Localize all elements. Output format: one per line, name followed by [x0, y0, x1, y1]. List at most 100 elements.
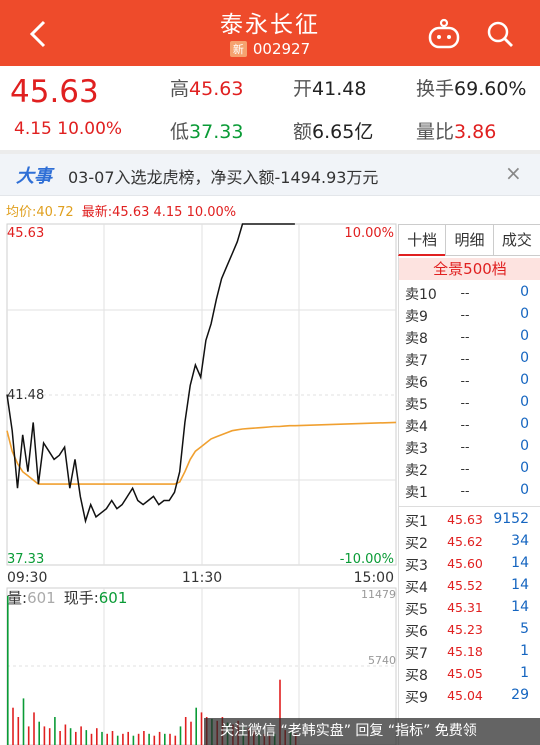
sell-level-row[interactable]: 卖7 -- 0 — [399, 348, 540, 370]
volume-bar — [33, 712, 35, 745]
level-label: 买7 — [405, 646, 428, 662]
level-volume: 29 — [511, 687, 529, 703]
y-label-mid: 41.48 — [7, 388, 44, 403]
level-volume: 0 — [520, 328, 529, 344]
volume-bar — [116, 735, 119, 745]
buy-level-row[interactable]: 买2 45.62 34 — [399, 531, 540, 553]
full-depth-button[interactable]: 全景500档 — [399, 258, 540, 280]
level-price: -- — [460, 395, 470, 410]
volume-bar — [179, 726, 182, 745]
buy-level-row[interactable]: 买3 45.60 14 — [399, 553, 540, 575]
volume-bar — [137, 733, 140, 745]
volume-bar — [85, 730, 88, 745]
level-label: 卖8 — [405, 331, 428, 347]
tab-ten-levels[interactable]: 十档 — [398, 224, 447, 256]
level-label: 卖2 — [405, 463, 428, 479]
amount-stat: 额6.65亿 — [293, 117, 373, 144]
level-volume: 34 — [511, 533, 529, 549]
level-price: 45.18 — [447, 644, 483, 659]
search-icon[interactable] — [484, 18, 516, 50]
level-label: 卖10 — [405, 287, 437, 303]
sell-level-row[interactable]: 卖10 -- 0 — [399, 282, 540, 304]
quote-panel: 45.63 4.15 10.00% 高45.63 低37.33 开41.48 额… — [0, 66, 540, 150]
volume-bar — [195, 707, 197, 745]
tab-trades[interactable]: 成交 — [492, 224, 540, 256]
buy-level-row[interactable]: 买8 45.05 1 — [399, 663, 540, 685]
order-book-panel: 十档 明细 成交 全景500档 卖10 -- 0 卖9 -- 0 卖8 -- 0 卖7 -- 0 卖6-… — [398, 224, 540, 745]
level-volume: 0 — [520, 416, 529, 432]
volume-readout: 量:601 现手:601 — [7, 589, 127, 607]
sell-level-row[interactable]: 卖4 -- 0 — [399, 414, 540, 436]
sell-level-row[interactable]: 卖5 -- 0 — [399, 392, 540, 414]
buy-level-row[interactable]: 买7 45.18 1 — [399, 641, 540, 663]
level-price: 45.52 — [447, 578, 483, 593]
price-change: 4.15 10.00% — [14, 119, 122, 139]
level-label: 买6 — [405, 624, 428, 640]
sell-level-row[interactable]: 卖6 -- 0 — [399, 370, 540, 392]
volume-bar — [148, 733, 150, 745]
news-text[interactable]: 03-07入选龙虎榜，净买入额-1494.93万元 — [68, 164, 378, 188]
level-price: -- — [460, 285, 470, 300]
volume-bar — [12, 707, 14, 745]
level-price: 45.31 — [447, 600, 483, 615]
buy-level-row[interactable]: 买9 45.04 29 — [399, 685, 540, 707]
level-volume: 0 — [520, 284, 529, 300]
level-price: 45.62 — [447, 534, 483, 549]
sell-level-row[interactable]: 卖8 -- 0 — [399, 326, 540, 348]
turnover-label: 换手 — [416, 78, 455, 100]
volume-bar — [96, 728, 98, 745]
y-label-bottom: 37.33 — [7, 552, 44, 567]
sell-level-row[interactable]: 卖9 -- 0 — [399, 304, 540, 326]
sell-level-row[interactable]: 卖1 -- 0 — [399, 480, 540, 502]
volume-bar — [90, 733, 93, 745]
level-label: 卖7 — [405, 353, 428, 369]
level-price: 45.05 — [447, 666, 483, 681]
level-volume: 0 — [520, 438, 529, 454]
header-bar: 泰永长征 新 002927 — [0, 0, 540, 66]
level-price: 45.04 — [447, 688, 483, 703]
volume-bar — [153, 735, 156, 745]
volume-bar — [101, 731, 103, 745]
tab-details[interactable]: 明细 — [445, 224, 494, 256]
volume-bar — [132, 735, 135, 745]
volume-bar — [111, 731, 114, 745]
low-value: 37.33 — [189, 121, 244, 143]
volume-ratio-value: 3.86 — [454, 121, 497, 143]
high-label: 高 — [170, 78, 190, 100]
level-label: 买5 — [405, 602, 428, 618]
volume-bar — [143, 731, 145, 745]
volume-bar — [169, 733, 171, 745]
volume-bar — [80, 726, 82, 745]
level-label: 卖9 — [405, 309, 428, 325]
level-price: -- — [460, 329, 470, 344]
level-volume: 0 — [520, 482, 529, 498]
news-banner[interactable]: 大事 03-07入选龙虎榜，净买入额-1494.93万元 × — [0, 154, 540, 196]
robot-icon[interactable] — [427, 18, 461, 50]
buy-level-row[interactable]: 买6 45.23 5 — [399, 619, 540, 641]
level-label: 卖5 — [405, 397, 428, 413]
intraday-chart[interactable]: 45.63 10.00% 41.48 37.33 -10.00% 09:30 1… — [0, 218, 398, 745]
level-price: -- — [460, 307, 470, 322]
level-label: 买4 — [405, 580, 428, 596]
buy-level-row[interactable]: 买4 45.52 14 — [399, 575, 540, 597]
level-volume: 0 — [520, 350, 529, 366]
volume-bar — [184, 717, 187, 745]
volume-bar — [164, 733, 166, 745]
news-tag: 大事 — [16, 166, 52, 187]
y-pct-top: 10.00% — [344, 226, 394, 241]
sell-level-row[interactable]: 卖2 -- 0 — [399, 458, 540, 480]
buy-level-row[interactable]: 买5 45.31 14 — [399, 597, 540, 619]
volume-bar — [75, 731, 77, 745]
change-value: 4.15 — [14, 119, 52, 139]
order-book-divider — [399, 506, 540, 507]
open-stat: 开41.48 — [293, 74, 366, 101]
level-price: -- — [460, 439, 470, 454]
close-icon[interactable]: × — [505, 161, 522, 185]
level-volume: 0 — [520, 394, 529, 410]
sell-level-row[interactable]: 卖3 -- 0 — [399, 436, 540, 458]
volume-bar — [69, 728, 72, 745]
volume-bar — [106, 733, 108, 745]
buy-level-row[interactable]: 买1 45.63 9152 — [399, 509, 540, 531]
level-volume: 1 — [520, 665, 529, 681]
amount-label: 额 — [293, 121, 313, 143]
